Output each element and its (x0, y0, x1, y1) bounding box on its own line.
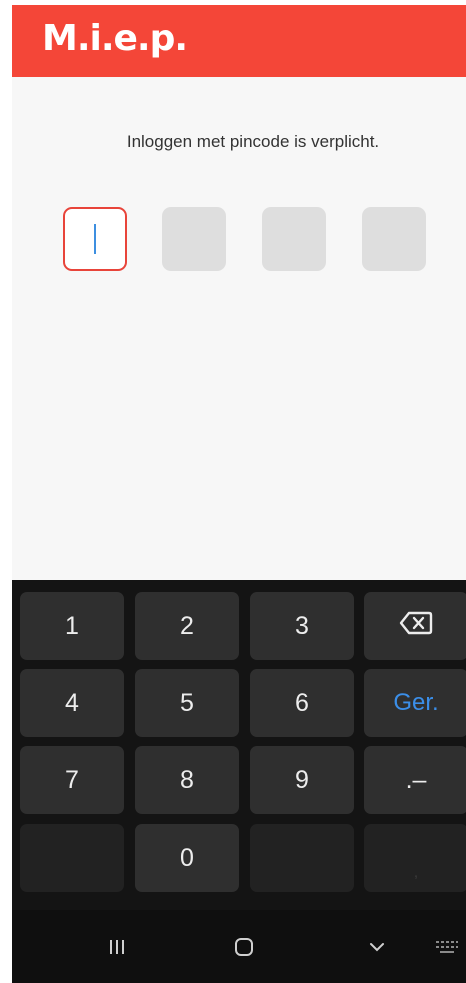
text-caret (94, 224, 96, 254)
pin-digit-1[interactable] (63, 207, 127, 271)
backspace-icon (399, 611, 433, 642)
key-8[interactable]: 8 (135, 746, 239, 814)
key-5[interactable]: 5 (135, 669, 239, 737)
empty-key-left (20, 824, 124, 892)
comma-key[interactable]: , (364, 824, 466, 892)
key-3[interactable]: 3 (250, 592, 354, 660)
home-icon[interactable] (229, 932, 259, 962)
key-4[interactable]: 4 (20, 669, 124, 737)
empty-key-right (250, 824, 354, 892)
key-0[interactable]: 0 (135, 824, 239, 892)
screen: M.i.e.p. Inloggen met pincode is verplic… (12, 5, 466, 983)
recent-apps-icon[interactable] (102, 932, 132, 962)
key-7[interactable]: 7 (20, 746, 124, 814)
keyboard-icon[interactable] (434, 932, 460, 962)
numeric-keyboard: 1 2 3 4 5 6 Ger. 7 8 9 .– 0 , (12, 580, 466, 983)
app-bar: M.i.e.p. (12, 5, 466, 77)
key-9[interactable]: 9 (250, 746, 354, 814)
done-key[interactable]: Ger. (364, 669, 466, 737)
pin-instruction: Inloggen met pincode is verplicht. (126, 132, 380, 151)
back-down-icon[interactable] (362, 932, 392, 962)
app-logo: M.i.e.p. (42, 18, 188, 59)
symbols-key[interactable]: .– (364, 746, 466, 814)
key-6[interactable]: 6 (250, 669, 354, 737)
backspace-key[interactable] (364, 592, 466, 660)
pin-digit-2[interactable] (162, 207, 226, 271)
key-1[interactable]: 1 (20, 592, 124, 660)
system-nav-bar (12, 910, 466, 983)
pin-digit-4[interactable] (362, 207, 426, 271)
pin-digit-3[interactable] (262, 207, 326, 271)
key-2[interactable]: 2 (135, 592, 239, 660)
